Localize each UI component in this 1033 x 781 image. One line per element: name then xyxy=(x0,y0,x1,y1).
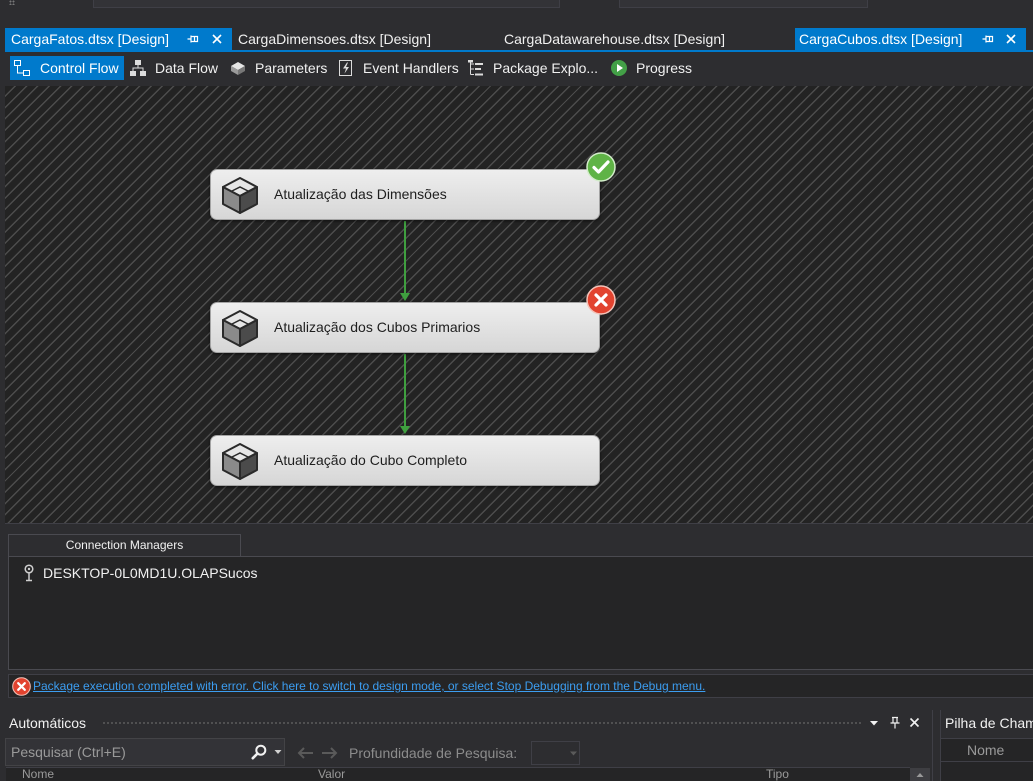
scrollbar-up-button[interactable] xyxy=(910,768,930,781)
autos-column-header: Nome Valor Tipo xyxy=(6,767,910,781)
task-label: Atualização dos Cubos Primarios xyxy=(274,319,481,335)
call-stack-panel: Pilha de Cham Nome xyxy=(940,710,1033,781)
document-tab-cargadimensoes[interactable]: CargaDimensoes.dtsx [Design] xyxy=(232,28,498,50)
precedence-constraint-1[interactable] xyxy=(400,221,410,301)
tab-label: Data Flow xyxy=(155,60,219,76)
connection-managers-panel[interactable]: DESKTOP-0L0MD1U.OLAPSucos xyxy=(8,556,1033,670)
task-atualizacao-dimensoes[interactable]: Atualização das Dimensões xyxy=(210,169,600,220)
search-depth-dropdown[interactable] xyxy=(531,741,580,765)
search-input[interactable] xyxy=(6,739,246,765)
chevron-down-icon[interactable] xyxy=(274,749,282,755)
tab-package-explorer[interactable]: Package Explo... xyxy=(464,56,602,80)
search-icon[interactable] xyxy=(251,744,267,760)
switch-to-design-mode-link[interactable]: Package execution completed with error. … xyxy=(33,675,705,697)
column-header-type[interactable]: Tipo xyxy=(766,768,789,781)
toolbar-search-box[interactable] xyxy=(619,0,868,8)
tab-control-flow[interactable]: Control Flow xyxy=(10,56,124,80)
chevron-up-icon xyxy=(916,773,924,777)
progress-icon xyxy=(611,60,627,76)
task-atualizacao-cubo-completo[interactable]: Atualização do Cubo Completo xyxy=(210,435,600,486)
document-tab-cargafatos[interactable]: CargaFatos.dtsx [Design] xyxy=(5,28,232,50)
tab-strip-underline xyxy=(5,50,1033,52)
tab-label: Parameters xyxy=(255,60,328,76)
precedence-constraint-2[interactable] xyxy=(400,354,410,434)
tab-label: Event Handlers xyxy=(363,60,459,76)
tab-progress[interactable]: Progress xyxy=(607,56,697,80)
document-tab-cargacubos[interactable]: CargaCubos.dtsx [Design] xyxy=(795,28,1026,50)
pin-icon[interactable] xyxy=(187,33,199,45)
close-icon[interactable] xyxy=(211,33,223,45)
control-flow-canvas[interactable]: Atualização das Dimensões Atualização do… xyxy=(5,86,1033,523)
close-icon[interactable] xyxy=(909,717,920,728)
chevron-down-icon[interactable] xyxy=(869,718,879,728)
search-depth-label: Profundidade de Pesquisa: xyxy=(349,745,518,761)
cube-icon xyxy=(222,443,258,480)
tab-label: CargaDimensoes.dtsx [Design] xyxy=(238,31,431,47)
connection-manager-name: DESKTOP-0L0MD1U.OLAPSucos xyxy=(43,565,258,581)
panel-grip[interactable] xyxy=(102,721,862,726)
pin-icon[interactable] xyxy=(982,33,994,45)
call-stack-column-header: Nome xyxy=(941,738,1033,762)
tab-label: Connection Managers xyxy=(65,538,184,552)
connection-icon xyxy=(24,564,34,582)
toolbar-grip xyxy=(9,0,15,5)
cube-icon xyxy=(222,310,258,347)
column-header-name[interactable]: Nome xyxy=(967,739,1004,761)
execution-status-bar: Package execution completed with error. … xyxy=(8,674,1033,698)
pin-icon[interactable] xyxy=(889,716,901,729)
error-x-icon xyxy=(586,285,616,315)
data-flow-icon xyxy=(130,60,146,76)
toolbar-combobox[interactable] xyxy=(93,0,560,8)
autos-panel: Automáticos Profundidade de Pesquisa: No… xyxy=(5,710,933,781)
package-explorer-icon xyxy=(468,60,483,76)
task-label: Atualização do Cubo Completo xyxy=(274,452,468,468)
connection-manager-item[interactable]: DESKTOP-0L0MD1U.OLAPSucos xyxy=(22,564,322,582)
tab-data-flow[interactable]: Data Flow xyxy=(126,56,222,80)
cube-icon xyxy=(222,177,258,214)
tab-label: Package Explo... xyxy=(493,60,599,76)
error-circle-icon xyxy=(12,677,31,696)
search-box[interactable] xyxy=(5,738,285,766)
column-header-value[interactable]: Valor xyxy=(318,768,345,781)
tab-parameters[interactable]: Parameters xyxy=(226,56,330,80)
success-check-icon xyxy=(586,152,616,182)
parameters-icon xyxy=(231,62,245,75)
panel-title: Automáticos xyxy=(9,715,87,731)
arrow-left-icon[interactable] xyxy=(296,745,314,761)
canvas-splitter[interactable] xyxy=(5,523,1033,529)
task-label: Atualização das Dimensões xyxy=(274,186,447,202)
panel-title: Pilha de Cham xyxy=(945,715,1033,731)
close-icon[interactable] xyxy=(1005,33,1017,45)
tab-connection-managers[interactable]: Connection Managers xyxy=(8,534,241,556)
tab-label: Control Flow xyxy=(40,60,119,76)
control-flow-icon xyxy=(14,60,30,76)
event-handlers-icon xyxy=(339,60,352,76)
document-tab-cargadatawarehouse[interactable]: CargaDatawarehouse.dtsx [Design] xyxy=(498,28,794,50)
tab-event-handlers[interactable]: Event Handlers xyxy=(334,56,460,80)
arrow-right-icon[interactable] xyxy=(321,745,339,761)
tab-label: CargaDatawarehouse.dtsx [Design] xyxy=(504,31,726,47)
tab-label: Progress xyxy=(636,60,693,76)
tab-label: CargaCubos.dtsx [Design] xyxy=(799,31,963,47)
call-stack-list[interactable] xyxy=(941,762,1033,781)
tab-label: CargaFatos.dtsx [Design] xyxy=(11,31,169,47)
column-header-name[interactable]: Nome xyxy=(22,768,54,781)
task-atualizacao-cubos-primarios[interactable]: Atualização dos Cubos Primarios xyxy=(210,302,600,353)
chevron-down-icon xyxy=(570,751,577,756)
